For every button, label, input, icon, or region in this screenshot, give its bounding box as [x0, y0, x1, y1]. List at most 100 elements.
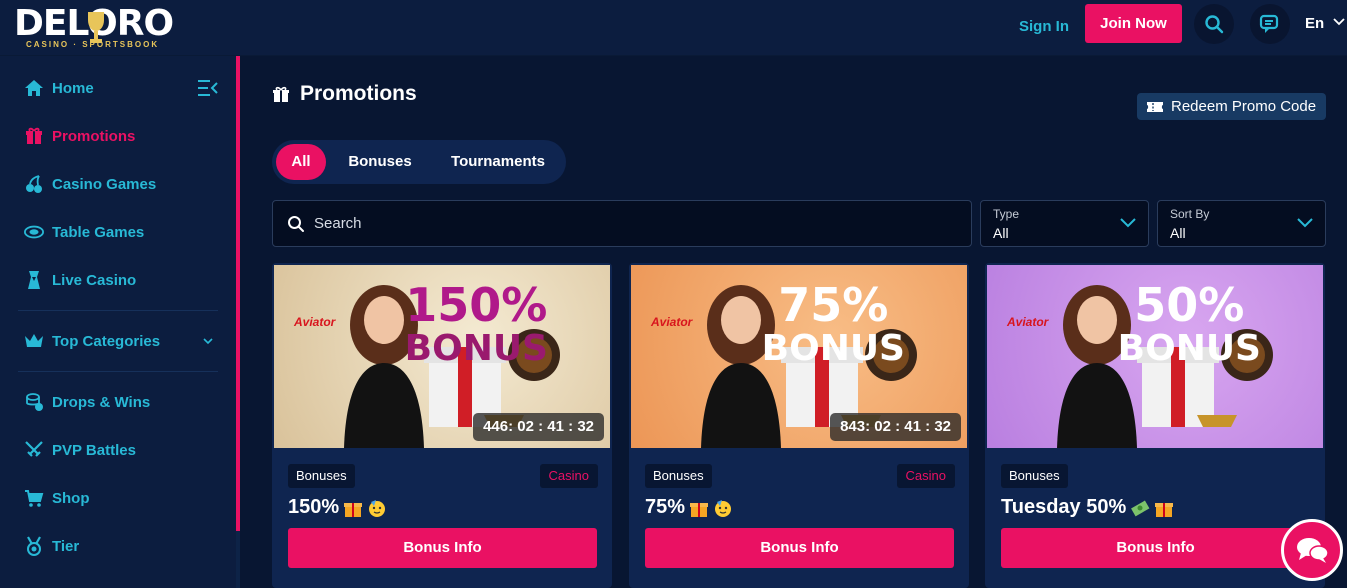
type-select-value: All: [993, 225, 1009, 241]
banner-bonus-text: 75% BONUS: [761, 278, 905, 371]
aviator-logo: Aviator: [651, 315, 693, 329]
sidebar-item-live-casino[interactable]: Live Casino: [24, 266, 136, 294]
sidebar-item-casino-games[interactable]: Casino Games: [24, 170, 156, 198]
sidebar-item-label: Tier: [52, 537, 80, 555]
sidebar-divider: [18, 371, 218, 372]
tab-tournaments[interactable]: Tournaments: [438, 144, 558, 180]
swords-icon: [24, 440, 44, 460]
sidebar-item-tier[interactable]: Tier: [24, 532, 79, 560]
crown-icon: [24, 331, 44, 351]
banner-word: BONUS: [404, 328, 548, 369]
gift-emoji-icon: [343, 498, 363, 518]
sign-in-link[interactable]: Sign In: [1019, 14, 1069, 40]
sidebar-item-label: Top Categories: [52, 332, 161, 350]
sort-by-value: All: [1170, 225, 1186, 241]
site-logo[interactable]: DELORO CASINO · SPORTSBOOK: [14, 6, 194, 50]
sidebar-item-label: Drops & Wins: [52, 393, 151, 411]
gift-icon: [273, 86, 289, 102]
promo-card[interactable]: Aviator 150% BONUS 446: 02 : 41 : 32 Bon…: [272, 263, 612, 588]
bonus-info-button[interactable]: Bonus Info: [1001, 528, 1310, 568]
live-chat-button[interactable]: [1281, 519, 1343, 581]
card-category-tag: Casino: [539, 464, 598, 488]
chevron-down-icon: [1120, 218, 1136, 228]
search-field[interactable]: [272, 200, 972, 247]
promo-card[interactable]: Aviator 50% BONUS Bonuses Tuesday 50% Bo…: [985, 263, 1325, 588]
tab-all[interactable]: All: [276, 144, 326, 180]
card-type-tag: Bonuses: [1001, 464, 1068, 488]
money-emoji-icon: [1130, 498, 1150, 518]
bonus-info-button[interactable]: Bonus Info: [288, 528, 597, 568]
gift-emoji-icon: [1154, 498, 1174, 518]
ticket-icon: [1147, 101, 1163, 112]
chevron-down-icon: [1297, 218, 1313, 228]
sidebar-item-label: Home: [52, 79, 94, 97]
collapse-sidebar-icon[interactable]: [197, 78, 219, 98]
sort-by-select[interactable]: Sort By All: [1157, 200, 1326, 247]
dealer-icon: [24, 270, 44, 290]
home-icon: [24, 78, 44, 98]
promo-tabs: All Bonuses Tournaments: [272, 140, 566, 184]
sidebar-item-label: Promotions: [52, 127, 136, 145]
top-bar: DELORO CASINO · SPORTSBOOK Sign In Join …: [0, 0, 1347, 56]
promo-banner-image[interactable]: Aviator 150% BONUS 446: 02 : 41 : 32: [274, 265, 610, 448]
bonus-info-button[interactable]: Bonus Info: [645, 528, 954, 568]
banner-bonus-text: 150% BONUS: [404, 278, 548, 371]
sidebar-item-label: Table Games: [52, 223, 145, 241]
card-title: 150%: [288, 496, 387, 519]
sidebar-item-label: Casino Games: [52, 175, 157, 193]
card-title-text: 150%: [288, 496, 340, 518]
sidebar-item-home[interactable]: Home: [24, 74, 94, 102]
cart-icon: [24, 488, 44, 508]
banner-word: BONUS: [761, 328, 905, 369]
banner-percent: 150%: [405, 278, 548, 332]
card-title-text: Tuesday 50%: [1001, 496, 1127, 518]
sidebar-item-pvp-battles[interactable]: PVP Battles: [24, 436, 136, 464]
search-button[interactable]: [1194, 4, 1234, 44]
sidebar-divider: [18, 310, 218, 311]
sidebar-item-promotions[interactable]: Promotions: [24, 122, 135, 150]
sidebar-scrollbar-thumb[interactable]: [236, 56, 240, 531]
sidebar-item-shop[interactable]: Shop: [24, 484, 90, 512]
card-type-tag: Bonuses: [645, 464, 712, 488]
sidebar-item-top-categories[interactable]: Top Categories: [24, 327, 160, 355]
chat-bubbles-icon: [1297, 538, 1329, 563]
aviator-logo: Aviator: [294, 315, 336, 329]
coins-icon: [24, 392, 44, 412]
type-select[interactable]: Type All: [980, 200, 1149, 247]
card-title-text: 75%: [645, 496, 686, 518]
party-face-emoji-icon: [713, 498, 733, 518]
chat-button[interactable]: [1250, 4, 1290, 44]
sidebar-item-table-games[interactable]: Table Games: [24, 218, 144, 246]
chevron-down-icon[interactable]: [1333, 18, 1345, 26]
card-title: 75%: [645, 496, 733, 519]
card-category-tag: Casino: [896, 464, 955, 488]
sidebar-item-label: PVP Battles: [52, 441, 136, 459]
type-select-label: Type: [993, 207, 1020, 221]
gift-icon: [24, 126, 44, 146]
language-selector[interactable]: En: [1305, 14, 1324, 34]
tab-bonuses[interactable]: Bonuses: [336, 144, 424, 180]
redeem-promo-code-button[interactable]: Redeem Promo Code: [1137, 93, 1326, 120]
chip-icon: [24, 222, 44, 242]
chat-icon: [1259, 14, 1279, 33]
banner-percent: 75%: [778, 278, 889, 332]
sidebar-item-label: Shop: [52, 489, 90, 507]
page-title: Promotions: [300, 82, 417, 105]
card-title: Tuesday 50%: [1001, 496, 1174, 519]
countdown-timer: 446: 02 : 41 : 32: [473, 413, 604, 441]
redeem-label: Redeem Promo Code: [1171, 98, 1317, 115]
search-input[interactable]: [314, 215, 914, 232]
promo-banner-image[interactable]: Aviator 75% BONUS 843: 02 : 41 : 32: [631, 265, 967, 448]
banner-percent: 50%: [1134, 278, 1245, 332]
join-now-button[interactable]: Join Now: [1085, 4, 1182, 43]
aviator-logo: Aviator: [1007, 315, 1049, 329]
sort-by-label: Sort By: [1170, 207, 1210, 221]
chevron-down-icon[interactable]: [203, 338, 213, 345]
banner-word: BONUS: [1117, 328, 1261, 369]
promo-banner-image[interactable]: Aviator 50% BONUS: [987, 265, 1323, 448]
promo-card[interactable]: Aviator 75% BONUS 843: 02 : 41 : 32 Bonu…: [629, 263, 969, 588]
sidebar-item-label: Live Casino: [52, 271, 137, 289]
party-face-emoji-icon: [367, 498, 387, 518]
sidebar-item-drops-wins[interactable]: Drops & Wins: [24, 388, 150, 416]
page-header: Promotions: [272, 82, 417, 106]
